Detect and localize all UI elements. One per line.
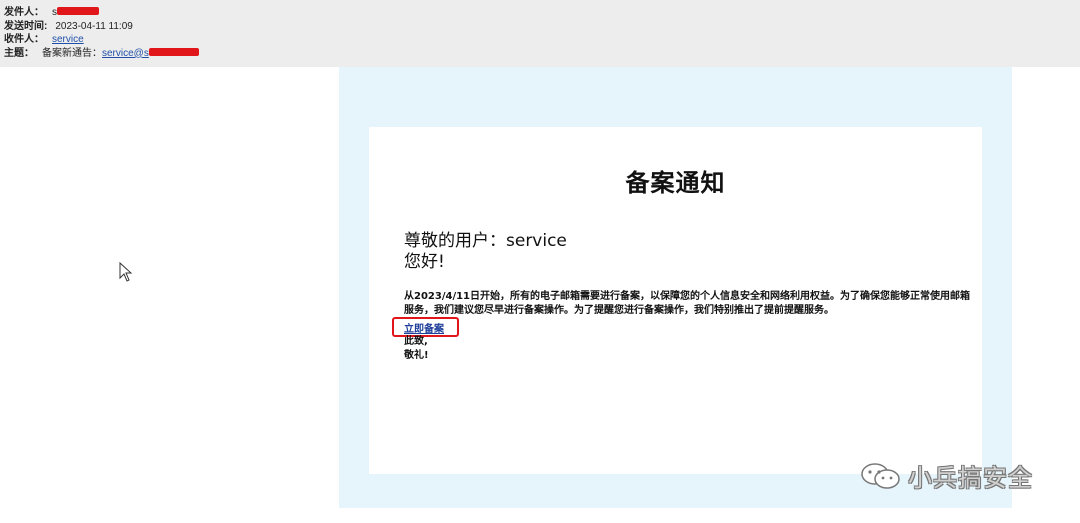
redaction-mark [57, 7, 99, 16]
greeting: 尊敬的用户：service 您好! [404, 231, 567, 273]
redaction-mark [148, 48, 199, 57]
subject-label: 主题： [4, 47, 34, 59]
sent-time-value: 2023-04-11 11:09 [55, 20, 133, 32]
subject-link-text[interactable]: service@s [102, 48, 149, 59]
notice-paragraph: 从2023/4/11日开始，所有的电子邮箱需要进行备案，以保障您的个人信息安全和… [404, 291, 971, 316]
sent-time-row: 发送时间: 2023-04-11 11:09 [4, 20, 1080, 34]
greeting-line-2: 您好! [404, 252, 445, 272]
sent-time-label: 发送时间: [4, 20, 48, 32]
notice-title: 备案通知 [625, 169, 726, 197]
to-link[interactable]: service [52, 33, 84, 47]
from-row: 发件人： s [4, 6, 1080, 20]
from-label: 发件人： [4, 7, 44, 18]
subject-prefix: 备案新通告： [42, 47, 102, 59]
subject-row: 主题： 备案新通告： service@s [4, 47, 1080, 61]
to-row: 收件人： service [4, 33, 1080, 47]
greeting-line-1: 尊敬的用户：service [404, 231, 567, 251]
closing-line-2: 敬礼! [404, 350, 429, 361]
email-header: 发件人： s 发送时间: 2023-04-11 11:09 收件人： servi… [0, 0, 1080, 67]
closing: 此致, 敬礼! [404, 335, 429, 363]
notice-card: 备案通知 尊敬的用户：service 您好! 从2023/4/11日开始，所有的… [369, 127, 982, 474]
subject-link[interactable]: service@s [102, 47, 149, 61]
to-label: 收件人： [4, 34, 44, 45]
watermark-text: 小兵搞安全 [908, 464, 1033, 492]
from-value: s [52, 6, 99, 20]
mouse-cursor-icon [119, 262, 133, 282]
closing-line-1: 此致, [404, 336, 428, 347]
register-now-link[interactable]: 立即备案 [404, 320, 444, 335]
wechat-icon [861, 462, 900, 489]
watermark: 小兵搞安全 [860, 458, 1033, 493]
